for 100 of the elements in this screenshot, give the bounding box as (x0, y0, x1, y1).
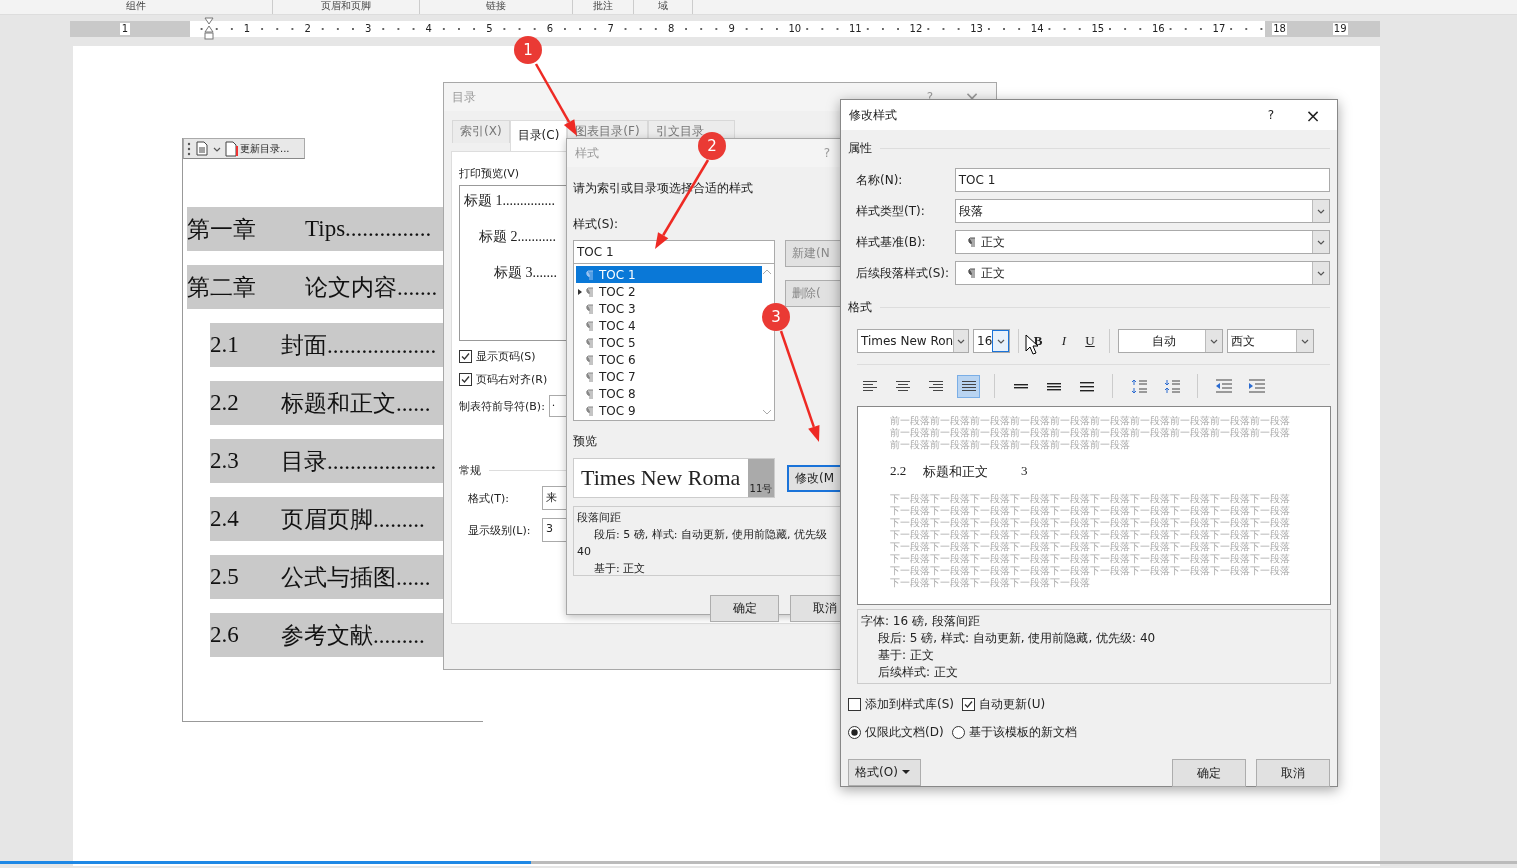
section-label: 常规 (459, 463, 481, 478)
style-list-item[interactable]: TOC 7 (576, 368, 762, 385)
ruler-number: 6 (545, 23, 555, 35)
checkbox[interactable] (962, 698, 975, 711)
cancel-button[interactable]: 取消 (1256, 759, 1330, 787)
style-list-item[interactable]: TOC 1 (576, 266, 762, 283)
ruler-number: 15 (1090, 23, 1106, 35)
tab[interactable]: 目录(C) (509, 120, 568, 152)
ruler-number: 1 (242, 23, 252, 35)
document-icon (196, 141, 208, 156)
preview-entry: 标题 3....... (494, 265, 557, 280)
script-dropdown[interactable]: 西文 (1227, 329, 1314, 353)
toc-entry[interactable]: 第一章 Tips............... (187, 207, 445, 251)
indent-icon (1248, 379, 1265, 393)
radio-button[interactable] (848, 726, 861, 739)
paragraph-spacing-icon (1163, 378, 1180, 394)
toc-entry[interactable]: 2.5 公式与插图...... (210, 555, 445, 599)
paragraph-mark-icon (585, 405, 593, 416)
radio-button[interactable] (951, 726, 965, 739)
align-right-icon (928, 380, 943, 392)
size-dropdown[interactable]: 16 (973, 329, 1010, 353)
ruler-number: 11 (848, 23, 863, 35)
checkbox[interactable] (459, 350, 472, 363)
ribbon-group-label: 组件 (126, 0, 146, 11)
field-label: 名称(N): (856, 171, 904, 189)
ruler-number: 9 (726, 23, 737, 35)
description-line: 40 (577, 544, 591, 560)
font-dropdown[interactable]: Times New Ron (857, 329, 969, 353)
ruler-number: 2 (302, 23, 313, 35)
checkbox-label: 显示页码(S) (476, 349, 536, 364)
page-number: 3 (1021, 463, 1028, 480)
format-menu-button[interactable]: 格式(O) (848, 759, 921, 786)
style-list-item[interactable]: TOC 9 (576, 402, 762, 419)
document-menu-button[interactable] (196, 139, 208, 158)
align-center-icon (895, 380, 910, 392)
description-line: 段落间距 (577, 510, 621, 526)
description-line: 段后: 5 磅, 样式: 自动更新, 使用前隐藏, 优先级: 40 (877, 630, 1156, 647)
tab[interactable]: 索引(X) (452, 120, 510, 143)
heading-title: 标题和正文 (923, 463, 989, 481)
style-list-item[interactable]: TOC 2 (576, 283, 762, 300)
toc-entry[interactable]: 第二章 论文内容....... (187, 265, 445, 309)
description-line: 段后: 5 磅, 样式: 自动更新, 使用前隐藏, 优先级 (593, 527, 827, 543)
name-field[interactable]: TOC 1 (954, 168, 1330, 192)
dialog-title: 目录 (452, 88, 476, 106)
toc-entry[interactable]: 2.6 参考文献......... (210, 613, 445, 657)
ok-button[interactable]: 确定 (710, 595, 779, 622)
paragraph-mark-icon (966, 268, 975, 278)
style-dropdown[interactable]: 正文 (954, 230, 1330, 254)
caret-icon (901, 770, 910, 775)
checkbox-label: 添加到样式库(S) (865, 696, 954, 713)
style-list-item[interactable]: TOC 5 (576, 334, 762, 351)
checkbox[interactable] (459, 373, 472, 386)
ok-button[interactable]: 确定 (1172, 759, 1246, 787)
help-button[interactable]: ? (1261, 108, 1281, 122)
toc-entry[interactable]: 2.4 页眉页脚......... (210, 497, 445, 541)
style-type-dropdown[interactable]: 段落 (954, 199, 1330, 223)
toc-entry[interactable]: 2.2 标题和正文...... (210, 381, 445, 425)
style-dropdown[interactable]: 正文 (954, 261, 1330, 285)
paragraph-mark-icon (585, 354, 593, 365)
align-justify-icon (961, 380, 976, 392)
align-justify-button[interactable] (957, 374, 980, 398)
preview-text: Times New Roma (580, 465, 742, 491)
style-name-field[interactable]: TOC 1 (573, 240, 775, 264)
style-list-item[interactable]: TOC 8 (576, 385, 762, 402)
grip-icon[interactable] (186, 141, 192, 156)
line-spacing-icon (1046, 380, 1061, 392)
ribbon-group-label: 域 (658, 0, 668, 11)
update-toc-button[interactable]: 更新目录... (225, 139, 290, 158)
ribbon-group-label: 页眉和页脚 (321, 0, 371, 11)
paragraph-mark-icon (966, 237, 975, 247)
close-button[interactable]: × (1303, 104, 1323, 126)
font-size-tag: 11号 (747, 459, 774, 497)
expand-icon[interactable] (578, 288, 582, 295)
field-label: 样式(S): (573, 216, 619, 233)
paragraph-spacing-icon (1130, 378, 1147, 394)
paragraph-mark-icon (585, 269, 593, 280)
preview-entry: 标题 2........... (479, 229, 556, 244)
description-line: 基于: 正文 (877, 647, 934, 664)
toc-entry[interactable]: 2.3 目录................... (210, 439, 445, 483)
description-line: 字体: 16 磅, 段落间距 (861, 613, 980, 630)
style-list-item[interactable]: TOC 6 (576, 351, 762, 368)
underline-button[interactable]: U (1079, 330, 1101, 352)
section-label: 属性 (848, 140, 872, 157)
color-dropdown[interactable]: 自动 (1118, 329, 1223, 353)
outdent-icon (1215, 379, 1232, 393)
radio-label: 基于该模板的新文档 (968, 724, 1077, 741)
italic-button[interactable]: I (1053, 330, 1075, 352)
paragraph-mark-icon (585, 337, 593, 348)
style-list-item[interactable]: TOC 4 (576, 317, 762, 334)
toc-entry[interactable]: 2.1 封面................... (210, 323, 445, 367)
section-label: 打印预览(V) (459, 166, 520, 181)
paragraph-mark-icon (585, 303, 593, 314)
preview-entry: 标题 1............... (464, 193, 555, 208)
style-list-item[interactable]: TOC 3 (576, 300, 762, 317)
ruler-number: 16 (1151, 23, 1166, 35)
checkbox[interactable] (848, 698, 861, 711)
field-label: 格式(T): (468, 490, 510, 506)
ruler-number: 13 (969, 23, 984, 35)
ruler-number: 10 (787, 23, 803, 35)
checkbox-label: 自动更新(U) (979, 696, 1046, 713)
